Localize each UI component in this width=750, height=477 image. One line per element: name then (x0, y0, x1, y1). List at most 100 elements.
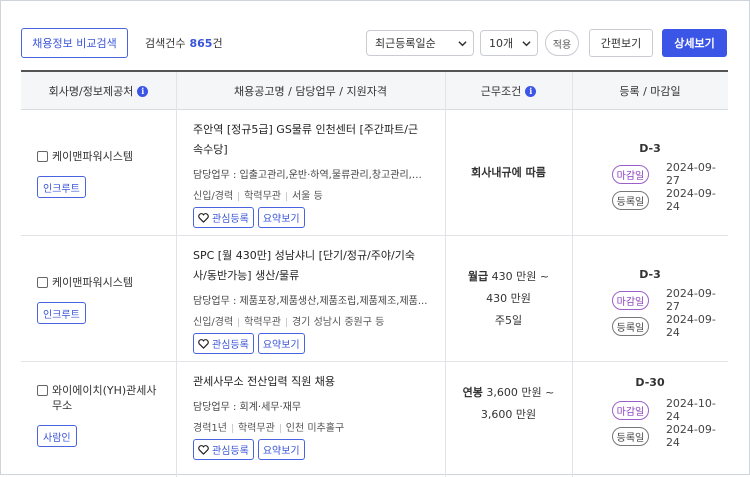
info-icon[interactable]: i (525, 85, 537, 97)
work-condition: 연봉 3,600 만원 ~ 3,600 만원 (445, 382, 572, 426)
posting-duty: 담당업무 : 제품포장,제품생산,제품조립,제품제조,제품... (193, 296, 428, 307)
favorite-button[interactable]: 관심등록 (193, 333, 254, 354)
result-count-unit: 건 (212, 37, 223, 50)
header-company: 회사명/정보제공처 i (21, 72, 176, 110)
result-count-label: 검색건수 (145, 37, 186, 50)
list-toolbar: 채용정보 비교검색 검색건수 865건 최근등록일순 10개 적용 간편보기 상세… (0, 0, 750, 70)
company-name[interactable]: 케이맨파워시스템 (37, 275, 160, 290)
header-posting: 채용공고명 / 담당업무 / 지원자격 (176, 72, 445, 110)
company-name[interactable]: 와이에이치(YH)관세사무소 (37, 383, 160, 413)
column-divider (572, 72, 573, 110)
company-name[interactable]: 케이맨파워시스템 (37, 149, 160, 164)
sort-select-value: 최근등록일순 (375, 37, 436, 50)
registered-line: 등록일 2024-09-24 (612, 423, 728, 449)
d-day: D-3 (639, 268, 661, 281)
registered-date: 2024-09-24 (665, 187, 716, 213)
source-link[interactable]: 인크루트 (37, 176, 86, 198)
deadline-line: 마감일 2024-09-27 (612, 161, 728, 187)
simple-view-button[interactable]: 간편보기 (589, 29, 653, 57)
table-row: 와이에이치(YH)관세사무소 사람인 관세사무소 전산입력 직원 채용 담당업무… (21, 362, 728, 477)
compare-search-button[interactable]: 채용정보 비교검색 (21, 28, 128, 58)
salary-line: 연봉 3,600 만원 ~ (445, 382, 572, 404)
posting-qualifications: 경력1년 학력무관 인천 미추홀구 (193, 419, 428, 434)
apply-button[interactable]: 적용 (545, 30, 579, 56)
summary-button[interactable]: 요약보기 (257, 207, 305, 228)
heart-icon (198, 338, 209, 349)
company-cell: 와이에이치(YH)관세사무소 사람인 (21, 362, 176, 477)
posting-duty: 담당업무 : 회계·세무·재무 (193, 402, 302, 413)
posting-actions: 관심등록 요약보기 (193, 207, 428, 228)
company-cell: 케이맨파워시스템 인크루트 (21, 110, 176, 235)
career-requirement: 신입/경력 (193, 317, 234, 328)
result-count-value: 865 (189, 37, 213, 50)
posting-qualifications: 신입/경력 학력무관 서울 등 (193, 187, 428, 202)
posting-title[interactable]: 주안역 [정규5급] GS물류 인천센터 [주간파트/근속수당] (193, 120, 428, 160)
salary-line: 월급 430 만원 ~ (445, 266, 572, 288)
source-link[interactable]: 사람인 (37, 425, 77, 447)
registered-chip: 등록일 (612, 190, 649, 210)
select-checkbox[interactable] (37, 151, 48, 162)
education-requirement: 학력무관 (244, 191, 281, 202)
salary-max: 3,600 만원 (480, 408, 537, 421)
info-icon[interactable]: i (137, 85, 149, 97)
salary-max: 430 만원 (486, 292, 531, 305)
pay-type: 월급 (467, 270, 489, 283)
source-link[interactable]: 인크루트 (37, 302, 86, 324)
registered-date: 2024-09-24 (665, 313, 716, 339)
registered-chip: 등록일 (612, 426, 649, 446)
posting-title[interactable]: 관세사무소 전산입력 직원 채용 (193, 372, 428, 392)
posting-cell: 관세사무소 전산입력 직원 채용 담당업무 : 회계·세무·재무 경력1년 학력무… (176, 362, 445, 477)
deadline-line: 마감일 2024-09-27 (612, 287, 728, 313)
work-location: 인천 미추홀구 (285, 423, 345, 434)
sort-select[interactable]: 최근등록일순 (366, 30, 474, 56)
posting-title[interactable]: SPC [월 430만] 성남샤니 [단기/정규/주야/기숙사/동반가능] 생산… (193, 246, 428, 286)
d-day: D-3 (639, 142, 661, 155)
column-divider (176, 72, 177, 110)
header-posting-label: 채용공고명 / 담당업무 / 지원자격 (234, 85, 387, 98)
favorite-label: 관심등록 (212, 446, 249, 457)
chevron-down-icon (522, 41, 531, 47)
company-name-text: 와이에이치(YH)관세사무소 (52, 384, 157, 412)
salary-min: 430 만원 ~ (491, 270, 550, 283)
registered-chip: 등록일 (612, 316, 649, 336)
posting-qualifications: 신입/경력 학력무관 경기 성남시 중원구 등 (193, 313, 428, 328)
deadline-chip: 마감일 (612, 400, 649, 420)
registered-line: 등록일 2024-09-24 (612, 187, 728, 213)
salary-min: 3,600 만원 ~ (486, 386, 555, 399)
favorite-button[interactable]: 관심등록 (193, 207, 254, 228)
header-dates: 등록 / 마감일 (572, 72, 728, 110)
posting-cell: 주안역 [정규5급] GS물류 인천센터 [주간파트/근속수당] 담당업무 : … (176, 110, 445, 235)
work-location: 경기 성남시 중원구 등 (291, 317, 385, 328)
header-conditions: 근무조건 i (445, 72, 572, 110)
deadline-chip: 마감일 (612, 290, 649, 310)
registered-date: 2024-09-24 (665, 423, 716, 449)
posting-duty: 담당업무 : 입출고관리,운반·하역,물류관리,창고관리,유... (193, 170, 428, 181)
select-checkbox[interactable] (37, 277, 48, 288)
table-row: 케이맨파워시스템 인크루트 SPC [월 430만] 성남샤니 [단기/정규/주… (21, 236, 728, 362)
posting-actions: 관심등록 요약보기 (193, 439, 428, 460)
career-requirement: 신입/경력 (193, 191, 234, 202)
work-condition-text: 회사내규에 따름 (471, 166, 546, 179)
chevron-down-icon (458, 41, 467, 47)
deadline-date: 2024-09-27 (665, 161, 716, 187)
conditions-cell: 월급 430 만원 ~ 430 만원 주5일 (445, 236, 572, 361)
page-size-select[interactable]: 10개 (480, 30, 538, 56)
page-size-select-value: 10개 (489, 37, 514, 50)
career-requirement: 경력1년 (193, 423, 227, 434)
deadline-chip: 마감일 (612, 164, 649, 184)
summary-button[interactable]: 요약보기 (257, 439, 305, 460)
detail-view-button[interactable]: 상세보기 (662, 29, 727, 57)
company-cell: 케이맨파워시스템 인크루트 (21, 236, 176, 361)
select-checkbox[interactable] (37, 385, 48, 396)
job-table: 회사명/정보제공처 i 채용공고명 / 담당업무 / 지원자격 근무조건 i 등록 … (21, 70, 728, 477)
header-conditions-label: 근무조건 (480, 85, 522, 98)
favorite-label: 관심등록 (212, 340, 249, 351)
header-dates-label: 등록 / 마감일 (619, 85, 681, 98)
conditions-cell: 연봉 3,600 만원 ~ 3,600 만원 (445, 362, 572, 477)
education-requirement: 학력무관 (244, 317, 281, 328)
column-divider (445, 72, 446, 110)
table-header: 회사명/정보제공처 i 채용공고명 / 담당업무 / 지원자격 근무조건 i 등록 … (21, 72, 728, 110)
deadline-line: 마감일 2024-10-24 (612, 397, 728, 423)
favorite-button[interactable]: 관심등록 (193, 439, 254, 460)
summary-button[interactable]: 요약보기 (257, 333, 305, 354)
